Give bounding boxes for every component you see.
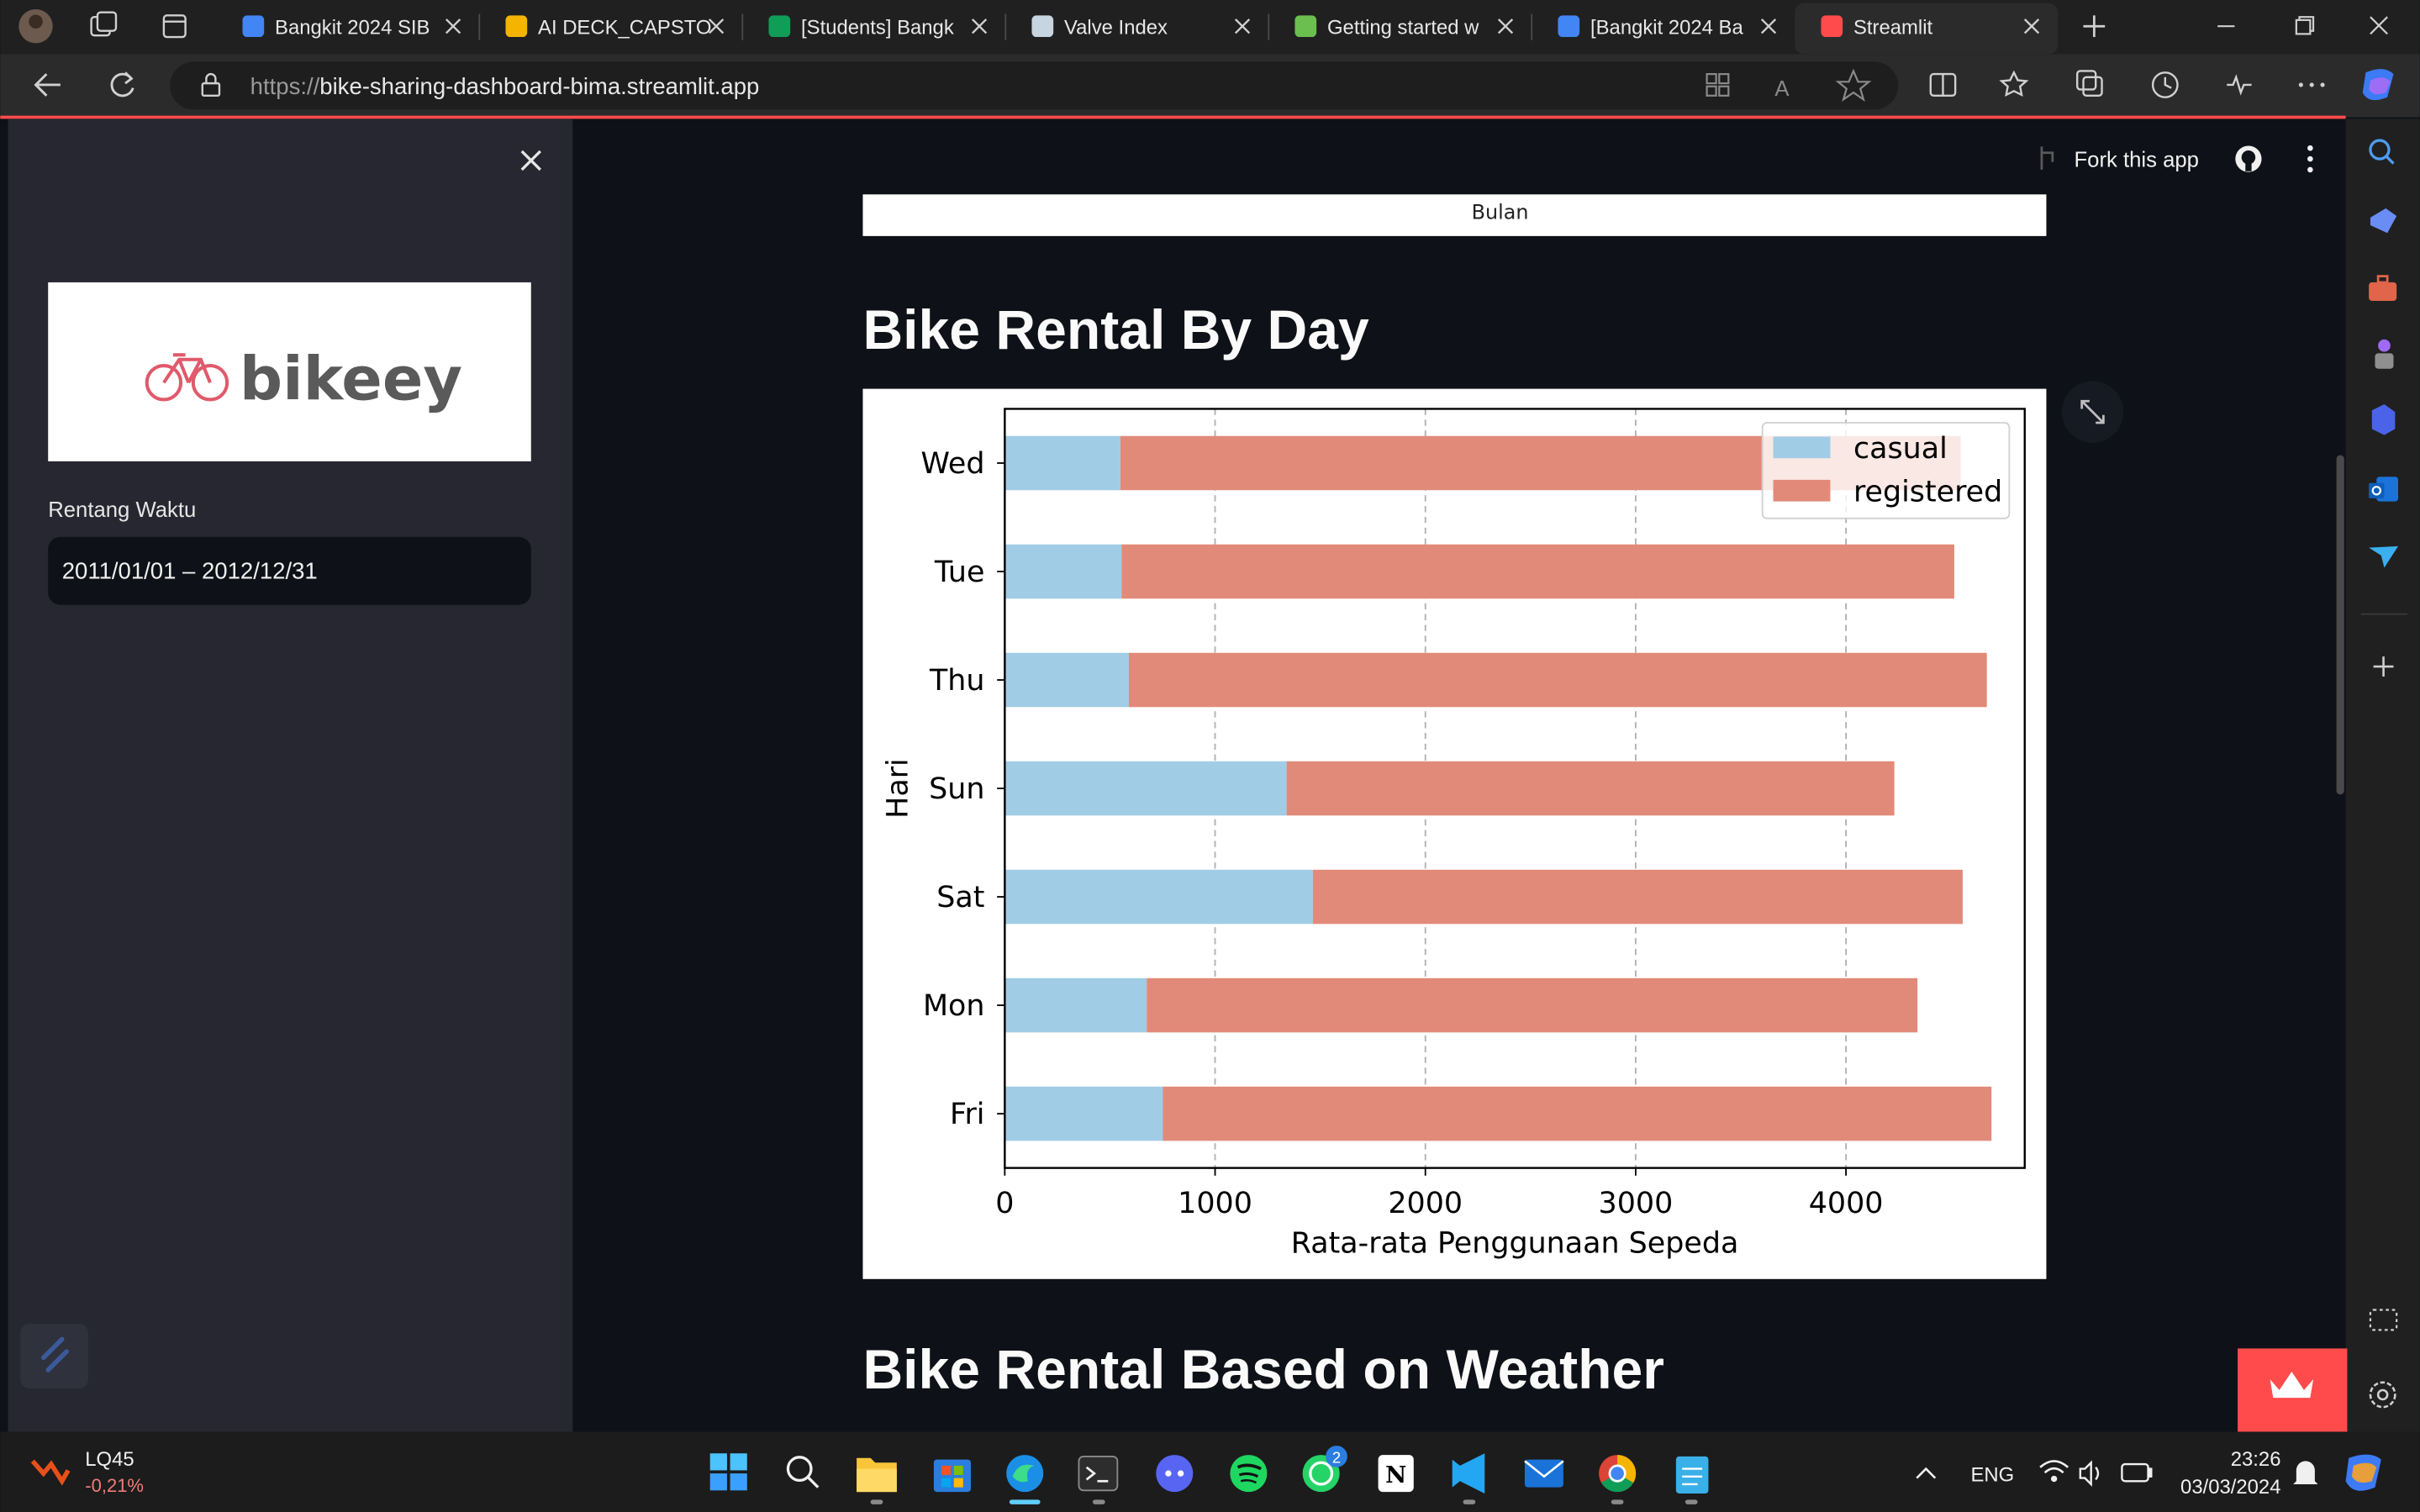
x-axis-label: Rata-rata Penggunaan Sepeda (1291, 1227, 1739, 1261)
bar-casual-tue (1004, 544, 1122, 599)
logo-text: bikeey (240, 344, 462, 414)
previous-chart-xlabel: Bulan (1472, 201, 1529, 224)
sheets-icon (768, 15, 791, 38)
chrome-icon[interactable] (1599, 1455, 1637, 1493)
y-tick-label: Mon (923, 989, 985, 1023)
tab-title[interactable]: Valve Index (1064, 16, 1168, 39)
notion-icon[interactable]: N (1378, 1455, 1414, 1493)
bar-registered-sun (1286, 761, 1895, 816)
bar-casual-sun (1004, 761, 1287, 816)
manage-app-button[interactable] (20, 1324, 88, 1389)
tab-streamlit[interactable]: Streamlit (1795, 3, 2059, 55)
mail-icon[interactable] (1524, 1459, 1564, 1488)
read-aloud-icon[interactable]: A (1774, 77, 1790, 101)
bar-registered-fri (1163, 1086, 1992, 1141)
edge-taskbar-icon[interactable] (1006, 1455, 1044, 1493)
fork-icon[interactable] (2040, 146, 2054, 170)
steam-icon (1031, 15, 1054, 38)
notepad-icon[interactable] (1675, 1456, 1709, 1494)
tab-google-drive[interactable]: Bangkit 2024 SIB (242, 15, 461, 39)
bar-casual-sat (1004, 869, 1313, 925)
microsoft-store-icon[interactable] (933, 1459, 971, 1493)
x-tick-label: 3000 (1599, 1187, 1674, 1220)
tab-sheets[interactable]: [Students] Bangk (741, 13, 988, 40)
spotify-icon[interactable] (1230, 1455, 1268, 1493)
y-tick-label: Sat (936, 881, 984, 914)
url-text[interactable]: https://bike-sharing-dashboard-bima.stre… (250, 73, 760, 99)
bar-casual-fri (1004, 1086, 1163, 1141)
date-range-label: Rentang Waktu (48, 498, 196, 522)
fork-app-label[interactable]: Fork this app (2075, 148, 2199, 171)
bar-casual-thu (1004, 652, 1129, 708)
bar-casual-wed (1004, 435, 1120, 491)
y-tick-label: Fri (950, 1098, 985, 1131)
main-menu-icon[interactable] (2307, 145, 2313, 173)
legend-label-registered: registered (1853, 476, 2002, 509)
explorer-running-indicator (870, 1499, 883, 1504)
clock-time[interactable]: 23:26 (2231, 1448, 2281, 1471)
tab-docs[interactable]: [Bangkit 2024 Ba (1531, 13, 1777, 40)
section-title-day: Bike Rental By Day (862, 299, 1369, 361)
profile-avatar-face (29, 14, 43, 29)
streamlit-icon (1821, 15, 1843, 38)
github-icon[interactable] (2235, 145, 2262, 172)
svg-text:N: N (1385, 1462, 1406, 1488)
y-tick-label: Thu (929, 664, 984, 698)
chrome-running-indicator (1611, 1499, 1624, 1504)
y-axis-label: Hari (882, 758, 915, 819)
tab-title[interactable]: Bangkit 2024 SIB (275, 16, 430, 39)
edge-active-indicator (1009, 1499, 1041, 1504)
legend-swatch-casual (1773, 436, 1831, 459)
stock-change[interactable]: -0,21% (85, 1475, 144, 1496)
whatsapp-badge: 2 (1332, 1448, 1341, 1466)
docs-icon (1558, 15, 1580, 38)
section-title-weather: Bike Rental Based on Weather (862, 1339, 1664, 1401)
bar-casual-mon (1004, 977, 1147, 1033)
file-explorer-icon[interactable] (857, 1457, 897, 1493)
tab-slides[interactable]: AI DECK_CAPSTO (478, 13, 725, 40)
tab-title[interactable]: [Students] Bangk (801, 16, 954, 39)
date-range-value[interactable]: 2011/01/01 – 2012/12/31 (62, 557, 318, 583)
x-tick-label: 0 (995, 1187, 1014, 1220)
day-chart (862, 388, 2047, 1279)
y-tick-label: Tue (934, 556, 985, 589)
edge-sidebar (2345, 119, 2420, 1432)
tab-title[interactable]: Streamlit (1853, 16, 1933, 39)
legend-swatch-registered (1773, 479, 1831, 502)
y-tick-label: Wed (920, 447, 984, 481)
language-indicator[interactable]: ENG (1971, 1463, 2015, 1486)
tab-title[interactable]: Getting started w (1327, 16, 1479, 39)
generic-site-icon (1294, 15, 1317, 38)
google-drive-icon (242, 15, 265, 38)
vscode-running-indicator (1463, 1499, 1476, 1504)
bar-registered-sat (1312, 869, 1963, 925)
tab-title[interactable]: AI DECK_CAPSTO (538, 16, 711, 39)
bar-registered-mon (1147, 977, 1918, 1033)
clock-date[interactable]: 03/03/2024 (2180, 1476, 2280, 1499)
legend-label-casual: casual (1853, 432, 1948, 466)
tab-generic-site[interactable]: Getting started w (1268, 13, 1514, 40)
y-tick-label: Sun (929, 772, 984, 806)
notepad-running-indicator (1685, 1499, 1698, 1504)
discord-icon[interactable] (1156, 1455, 1194, 1493)
x-tick-label: 4000 (1809, 1187, 1884, 1220)
bar-registered-tue (1121, 544, 1954, 599)
screen: Bangkit 2024 SIB AI DECK_CAPSTO [Students]… (0, 0, 2420, 1512)
stock-name[interactable]: LQ45 (85, 1448, 134, 1471)
slides-icon (505, 15, 528, 38)
x-tick-label: 2000 (1388, 1187, 1463, 1220)
page-scrollbar[interactable] (2336, 455, 2344, 795)
bar-registered-thu (1128, 652, 1987, 708)
previous-chart (862, 194, 2047, 236)
taskbar (0, 1431, 2420, 1512)
terminal-running-indicator (1092, 1499, 1105, 1504)
x-tick-label: 1000 (1178, 1187, 1252, 1220)
tab-title[interactable]: [Bangkit 2024 Ba (1590, 16, 1743, 39)
terminal-icon[interactable] (1078, 1455, 1119, 1492)
